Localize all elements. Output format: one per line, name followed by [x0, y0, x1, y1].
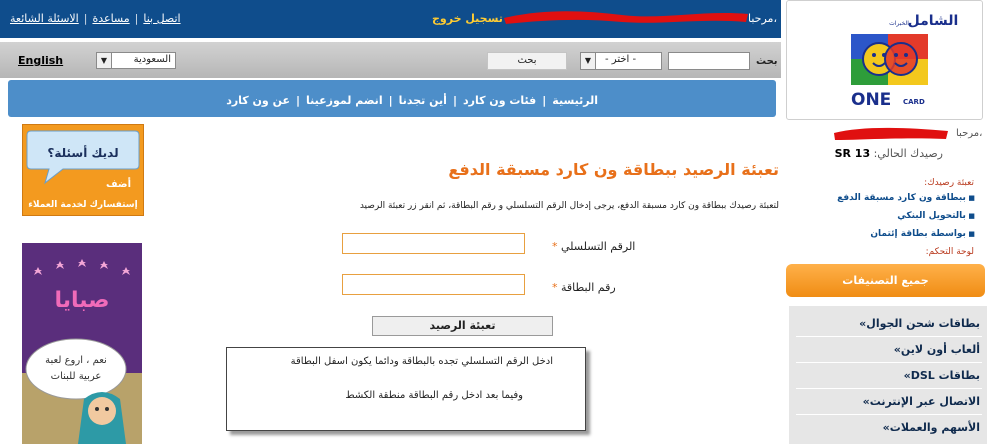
serial-number-label: الرقم التسلسلي *: [552, 240, 635, 253]
category-item-dsl[interactable]: بطاقات DSL»: [900, 369, 980, 382]
separator: |: [388, 94, 393, 107]
search-input[interactable]: [668, 52, 750, 70]
ad-question: لديك أسئلة؟: [47, 145, 118, 160]
card-number-input[interactable]: [342, 274, 525, 295]
category-item-mobile[interactable]: بطاقات شحن الجوال»: [855, 317, 980, 330]
page-title: تعبئة الرصيد ببطاقة ون كارد مسبقة الدفع: [448, 160, 779, 179]
card-number-label: رقم البطاقة *: [552, 281, 616, 294]
ad-game-title: صبايا: [54, 288, 109, 313]
sidebar-welcome: مرحبا،: [956, 128, 983, 139]
search-button[interactable]: بحث: [487, 52, 567, 70]
category-item-stocks[interactable]: الأسهم والعملات»: [879, 421, 980, 434]
recharge-submit-button[interactable]: تعبئة الرصيد: [372, 316, 553, 336]
category-label: بطاقات شحن الجوال: [866, 317, 980, 330]
category-item-voip[interactable]: الاتصال عبر الإنترنت»: [859, 395, 980, 408]
one-card-logo-icon: الشامل الخبرات ONE CARD: [851, 13, 959, 110]
balance-value: SR 13: [834, 147, 871, 160]
category-label: ألعاب أون لاين: [900, 343, 980, 356]
recharge-heading: تعبئة رصيدك:: [924, 178, 974, 188]
faq-link[interactable]: الاسئلة الشائعة: [10, 12, 79, 25]
nav-item-categories[interactable]: فئات ون كارد: [463, 94, 536, 107]
category-value: - اختر -: [605, 54, 637, 65]
logo-brand: ONE: [851, 90, 891, 110]
sabaya-ad-art-icon: صبايا نعم ، اروع لعبة عربية للبنات: [22, 243, 142, 444]
ad-bubble-line1: نعم ، اروع لعبة: [45, 355, 107, 366]
logout-link[interactable]: تسجيل خروج: [432, 12, 503, 25]
separator: |: [452, 94, 457, 107]
divider: [796, 414, 982, 415]
balance-label: رصيدك الحالي:: [873, 147, 943, 160]
tooltip-line: وفيما بعد ادخل رقم البطاقة منطقة الكشط: [345, 390, 523, 401]
control-panel-heading: لوحة التحكم:: [925, 247, 974, 257]
recharge-link-label: بواسطة بطاقة إئتمان: [870, 229, 966, 239]
all-categories-button[interactable]: جميع التصنيفات: [786, 264, 985, 297]
chevron-down-icon: ▼: [97, 53, 112, 68]
help-link[interactable]: مساعدة: [92, 12, 129, 25]
balance-text: رصيدك الحالي: SR 13: [835, 147, 943, 160]
welcome-text: مرحبا،: [748, 12, 777, 25]
nav-items: الرئيسية | فئات ون كارد | أين تجدنا | انضم لمو…: [226, 94, 598, 107]
logo-small-text: الخبرات: [889, 20, 909, 27]
country-select[interactable]: ▼ السعودية: [96, 52, 176, 69]
separator: |: [134, 12, 139, 25]
top-links: اتصل بنا | مساعدة | الاسئلة الشائعة: [10, 12, 181, 25]
customer-service-ad[interactable]: لديك أسئلة؟ أضف إستفسارك لخدمة العملاء: [22, 124, 144, 216]
country-value: السعودية: [133, 54, 171, 65]
category-list: بطاقات شحن الجوال» ألعاب أون لاين» بطاقا…: [789, 306, 987, 444]
redaction-scribble: [834, 127, 948, 140]
separator: |: [542, 94, 547, 107]
bullet-icon: ■: [965, 212, 975, 220]
language-link[interactable]: English: [18, 54, 63, 67]
speech-bubble-icon: لديك أسئلة؟ أضف إستفسارك لخدمة العملاء: [26, 130, 140, 210]
separator: |: [296, 94, 301, 107]
nav-item-home[interactable]: الرئيسية: [552, 94, 598, 107]
category-label: الاتصال عبر الإنترنت: [869, 395, 980, 408]
double-chevron-icon: »: [893, 343, 901, 356]
double-chevron-icon: »: [903, 369, 911, 382]
divider: [796, 388, 982, 389]
contact-us-link[interactable]: اتصل بنا: [143, 12, 180, 25]
category-label: بطاقات DSL: [910, 369, 980, 382]
logo[interactable]: الشامل الخبرات ONE CARD: [786, 0, 983, 120]
required-mark: *: [552, 240, 558, 253]
recharge-link-bank[interactable]: ■ بالتحويل البنكي: [897, 211, 975, 221]
tooltip-line: ادخل الرقم التسلسلي تجده بالبطاقة ودائما…: [290, 356, 553, 367]
nav-item-about[interactable]: عن ون كارد: [226, 94, 290, 107]
logo-brand-small: CARD: [903, 98, 925, 106]
separator: |: [83, 12, 88, 25]
sabaya-game-ad[interactable]: صبايا نعم ، اروع لعبة عربية للبنات: [22, 243, 142, 444]
logo-top-text: الشامل: [908, 13, 959, 29]
page-description: لتعبئة رصيدك ببطاقة ون كارد مسبقة الدفع،…: [359, 201, 779, 211]
nav-item-locations[interactable]: أين تجدنا: [399, 94, 447, 107]
recharge-link-label: ببطاقة ون كارد مسبقة الدفع: [837, 193, 966, 203]
bullet-icon: ■: [965, 194, 975, 202]
category-label: الأسهم والعملات: [889, 421, 980, 434]
divider: [796, 336, 982, 337]
redaction-scribble: [504, 11, 748, 24]
serial-label-text: الرقم التسلسلي: [561, 240, 636, 253]
required-mark: *: [552, 281, 558, 294]
recharge-link-credit-card[interactable]: ■ بواسطة بطاقة إئتمان: [870, 229, 975, 239]
divider: [796, 362, 982, 363]
serial-number-input[interactable]: [342, 233, 525, 254]
chevron-down-icon: ▼: [581, 53, 596, 69]
recharge-link-onecard[interactable]: ■ ببطاقة ون كارد مسبقة الدفع: [837, 193, 975, 203]
nav-item-distributors[interactable]: انضم لموزعينا: [306, 94, 383, 107]
ad-inquiry: إستفسارك لخدمة العملاء: [28, 200, 137, 210]
card-label-text: رقم البطاقة: [561, 281, 616, 294]
ad-add: أضف: [106, 177, 131, 190]
bullet-icon: ■: [965, 230, 975, 238]
double-chevron-icon: »: [862, 395, 870, 408]
ad-bubble-line2: عربية للبنات: [51, 371, 102, 382]
category-select[interactable]: ▼ - اختر -: [580, 52, 662, 70]
search-label: بحث: [756, 56, 778, 67]
double-chevron-icon: »: [882, 421, 890, 434]
recharge-link-label: بالتحويل البنكي: [897, 211, 966, 221]
category-item-games[interactable]: ألعاب أون لاين»: [890, 343, 980, 356]
help-tooltip: ادخل الرقم التسلسلي تجده بالبطاقة ودائما…: [226, 347, 586, 431]
